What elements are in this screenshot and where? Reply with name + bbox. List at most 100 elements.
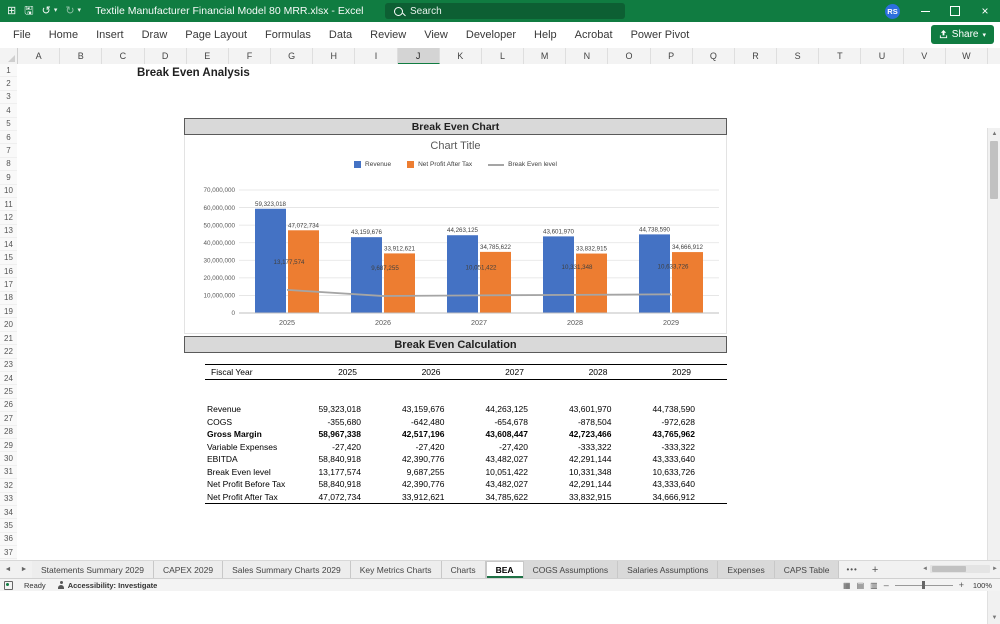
cell-value[interactable]: 47,072,734: [283, 491, 361, 504]
vertical-scrollbar-thumb[interactable]: [990, 141, 998, 199]
normal-view-icon[interactable]: ▦: [843, 581, 851, 590]
column-header-E[interactable]: E: [187, 48, 229, 64]
row-header-2[interactable]: 2: [0, 77, 17, 90]
share-button[interactable]: Share ▾: [931, 25, 994, 44]
ribbon-tab-help[interactable]: Help: [525, 22, 566, 48]
cell-value[interactable]: 33,832,915: [534, 491, 612, 504]
cell-value[interactable]: 34,785,622: [450, 491, 528, 504]
row-header-20[interactable]: 20: [0, 318, 17, 331]
row-header-33[interactable]: 33: [0, 493, 17, 506]
row-header-29[interactable]: 29: [0, 439, 17, 452]
sheet-tab-salaries-assumptions[interactable]: Salaries Assumptions: [618, 561, 718, 578]
page-layout-view-icon[interactable]: ▤: [857, 581, 865, 590]
row-header-22[interactable]: 22: [0, 345, 17, 358]
sheet-tab-charts[interactable]: Charts: [442, 561, 486, 578]
column-header-H[interactable]: H: [313, 48, 355, 64]
cell-value[interactable]: -333,322: [617, 441, 695, 454]
cell-value[interactable]: -642,480: [367, 416, 445, 429]
cell-value[interactable]: 43,159,676: [367, 403, 445, 416]
cell-value[interactable]: 42,390,776: [367, 453, 445, 466]
column-header-C[interactable]: C: [102, 48, 144, 64]
cell-value[interactable]: -654,678: [450, 416, 528, 429]
scroll-up-icon[interactable]: ▲: [988, 128, 1000, 140]
accessibility-status[interactable]: Accessibility: Investigate: [52, 581, 164, 590]
cell-value[interactable]: 43,765,962: [617, 428, 695, 441]
more-sheets-button[interactable]: •••: [839, 561, 864, 578]
search-input[interactable]: Search: [385, 3, 625, 19]
row-header-25[interactable]: 25: [0, 385, 17, 398]
column-header-M[interactable]: M: [524, 48, 566, 64]
cell-value[interactable]: -27,420: [283, 441, 361, 454]
cell-value[interactable]: 43,482,027: [450, 478, 528, 491]
cell-value[interactable]: 42,723,466: [534, 428, 612, 441]
table-row-net-profit-after-tax[interactable]: Net Profit After Tax47,072,73433,912,621…: [205, 491, 727, 504]
scroll-down-icon[interactable]: ▼: [988, 612, 1000, 624]
column-header-J[interactable]: J: [398, 48, 440, 64]
row-header-35[interactable]: 35: [0, 519, 17, 532]
row-header-34[interactable]: 34: [0, 506, 17, 519]
cell-value[interactable]: 42,291,144: [534, 453, 612, 466]
cell-value[interactable]: 58,840,918: [283, 453, 361, 466]
row-header-4[interactable]: 4: [0, 104, 17, 117]
hscroll-track[interactable]: [930, 565, 990, 573]
row-header-16[interactable]: 16: [0, 265, 17, 278]
column-header-P[interactable]: P: [651, 48, 693, 64]
column-header-A[interactable]: A: [18, 48, 60, 64]
ribbon-tab-home[interactable]: Home: [40, 22, 87, 48]
table-row-gross-margin[interactable]: Gross Margin58,967,33842,517,19643,608,4…: [205, 428, 727, 441]
row-header-31[interactable]: 31: [0, 466, 17, 479]
column-header-T[interactable]: T: [819, 48, 861, 64]
row-header-17[interactable]: 17: [0, 278, 17, 291]
chart-section-header[interactable]: Break Even Chart: [184, 118, 727, 135]
column-header-L[interactable]: L: [482, 48, 524, 64]
vertical-scrollbar[interactable]: ▲ ▼: [987, 128, 1000, 624]
cell-value[interactable]: 9,687,255: [367, 466, 445, 479]
sheet-tab-caps-table[interactable]: CAPS Table: [775, 561, 840, 578]
cell-value[interactable]: 43,333,640: [617, 453, 695, 466]
column-header-U[interactable]: U: [861, 48, 903, 64]
cell-value[interactable]: 44,738,590: [617, 403, 695, 416]
cell-value[interactable]: -972,628: [617, 416, 695, 429]
table-row-variable-expenses[interactable]: Variable Expenses-27,420-27,420-27,420-3…: [205, 441, 727, 454]
cell-value[interactable]: -333,322: [534, 441, 612, 454]
column-header-Q[interactable]: Q: [693, 48, 735, 64]
cell-value[interactable]: 34,666,912: [617, 491, 695, 504]
cell-value[interactable]: 59,323,018: [283, 403, 361, 416]
ribbon-tab-acrobat[interactable]: Acrobat: [566, 22, 622, 48]
ribbon-tab-developer[interactable]: Developer: [457, 22, 525, 48]
row-header-5[interactable]: 5: [0, 118, 17, 131]
sheet-tab-key-metrics-charts[interactable]: Key Metrics Charts: [351, 561, 442, 578]
zoom-slider-thumb[interactable]: [922, 581, 925, 589]
sheet-tab-statements-summary-2029[interactable]: Statements Summary 2029: [32, 561, 154, 578]
redo-icon[interactable]: ↻: [65, 0, 74, 22]
cell-value[interactable]: -355,680: [283, 416, 361, 429]
ribbon-tab-page-layout[interactable]: Page Layout: [176, 22, 256, 48]
table-row-cogs[interactable]: COGS-355,680-642,480-654,678-878,504-972…: [205, 416, 727, 429]
hscroll-thumb[interactable]: [932, 566, 966, 572]
undo-icon[interactable]: ↺: [42, 0, 51, 22]
hscroll-left-icon[interactable]: ◄: [922, 566, 928, 572]
row-header-26[interactable]: 26: [0, 399, 17, 412]
cell-value[interactable]: 42,291,144: [534, 478, 612, 491]
cell-value[interactable]: 10,051,422: [450, 466, 528, 479]
sheet-tab-cogs-assumptions[interactable]: COGS Assumptions: [524, 561, 619, 578]
cell-value[interactable]: 44,263,125: [450, 403, 528, 416]
row-header-11[interactable]: 11: [0, 198, 17, 211]
row-header-3[interactable]: 3: [0, 91, 17, 104]
tab-scroll-right-icon[interactable]: ►: [16, 561, 32, 578]
new-sheet-button[interactable]: +: [865, 561, 885, 578]
hscroll-right-icon[interactable]: ►: [992, 566, 998, 572]
select-all-corner[interactable]: [0, 48, 18, 64]
column-header-V[interactable]: V: [904, 48, 946, 64]
cell-value[interactable]: -27,420: [450, 441, 528, 454]
undo-caret-icon[interactable]: ▾: [54, 0, 58, 22]
table-row-revenue[interactable]: Revenue59,323,01843,159,67644,263,12543,…: [205, 403, 727, 416]
column-header-F[interactable]: F: [229, 48, 271, 64]
row-header-7[interactable]: 7: [0, 144, 17, 157]
row-header-15[interactable]: 15: [0, 251, 17, 264]
row-header-24[interactable]: 24: [0, 372, 17, 385]
column-header-R[interactable]: R: [735, 48, 777, 64]
column-header-N[interactable]: N: [566, 48, 608, 64]
cell-value[interactable]: 42,390,776: [367, 478, 445, 491]
cell-value[interactable]: 43,601,970: [534, 403, 612, 416]
